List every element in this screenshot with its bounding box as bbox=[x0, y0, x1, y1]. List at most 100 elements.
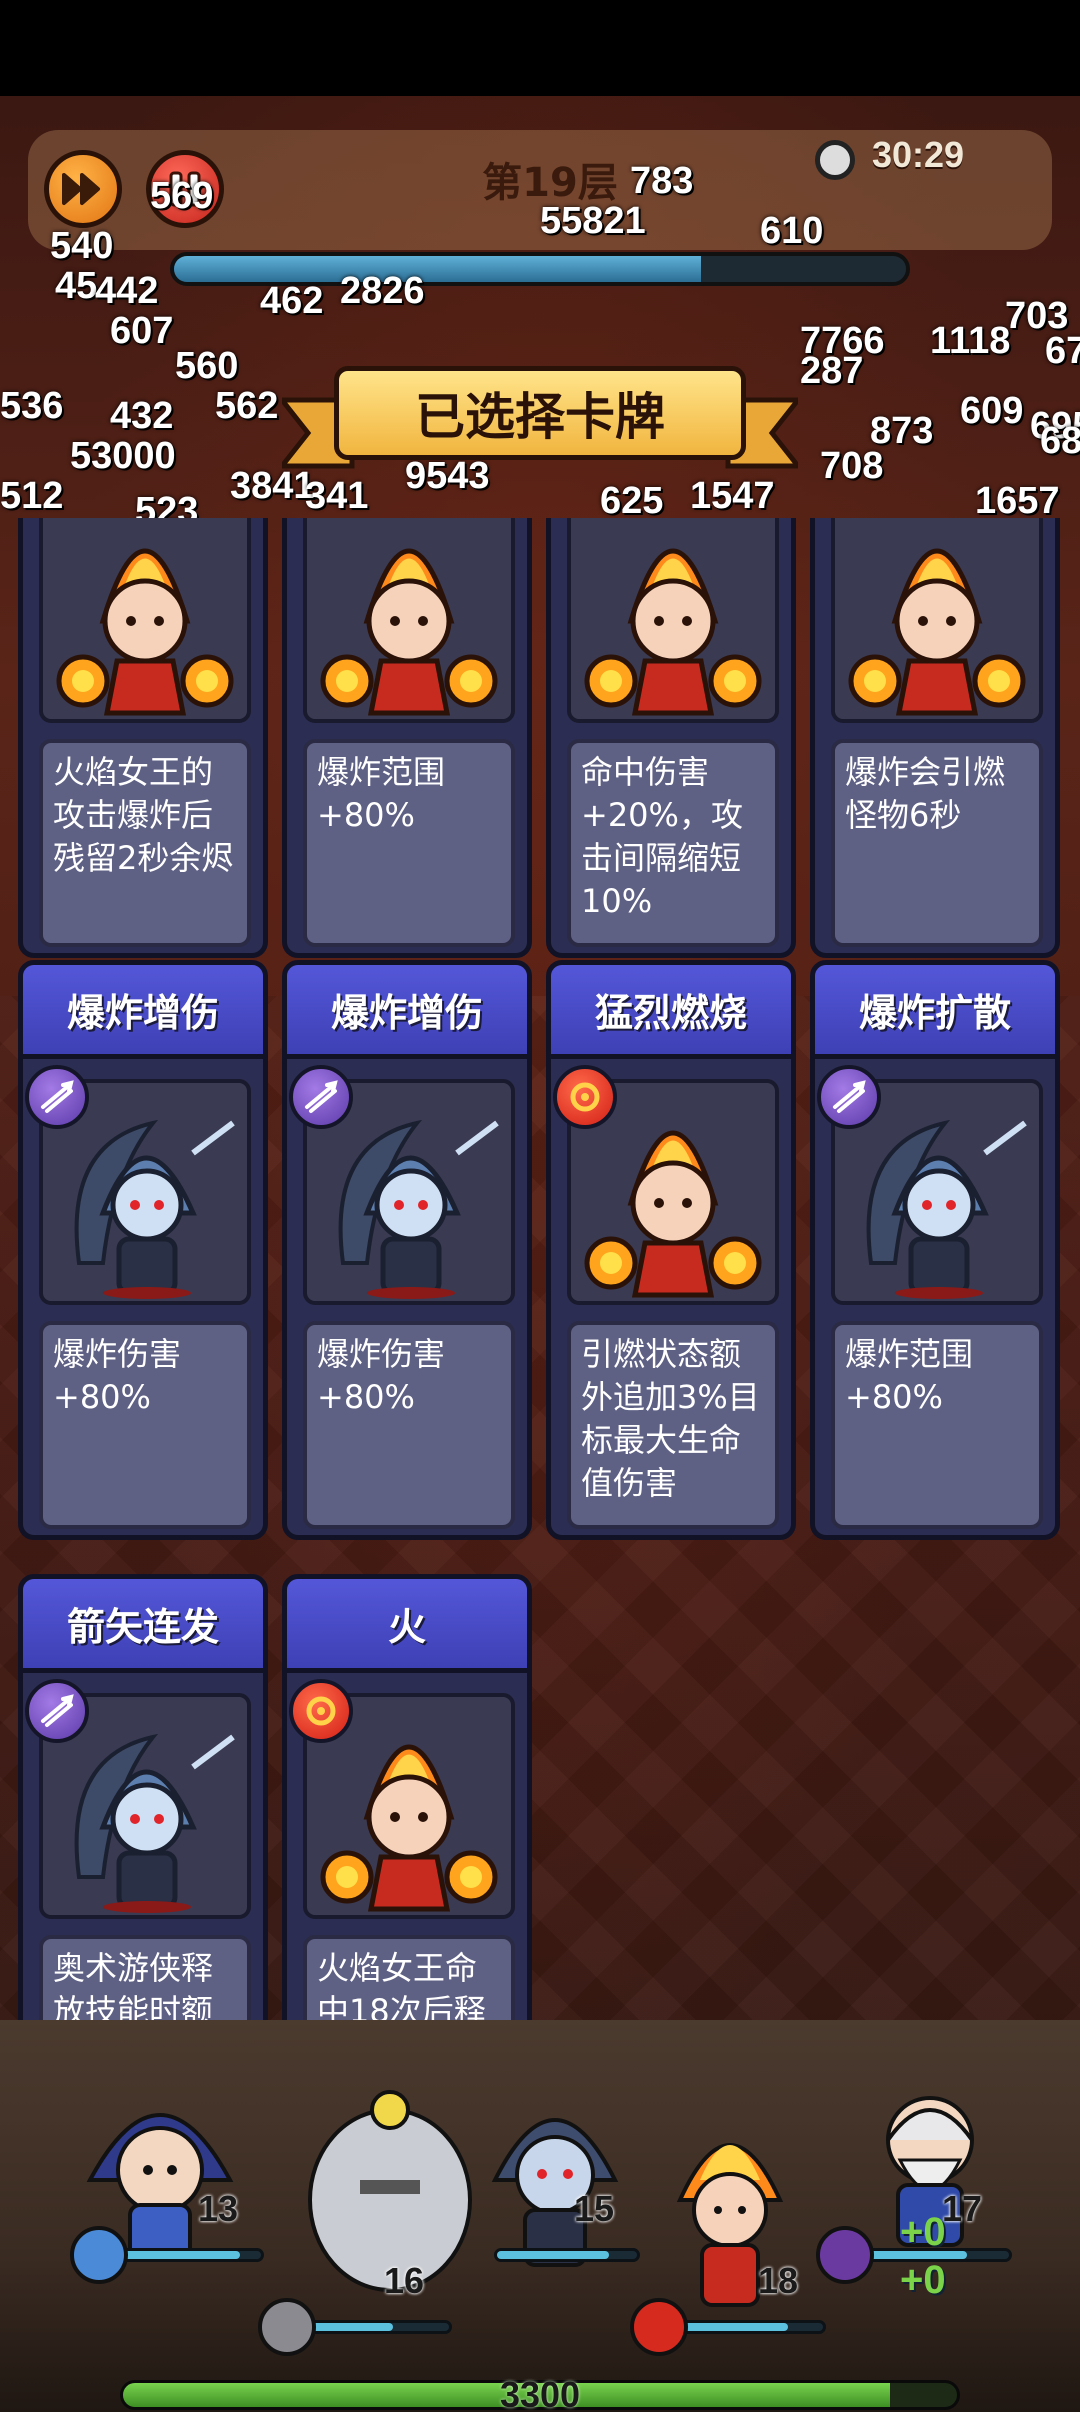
hero-level-ice-mage: 13 bbox=[198, 2188, 239, 2229]
hero-level-old-sage: 17 bbox=[942, 2188, 983, 2229]
damage-number: 1657 bbox=[975, 480, 1060, 522]
arrow-badge bbox=[289, 1065, 353, 1129]
stone-skill-icon[interactable] bbox=[258, 2298, 316, 2356]
damage-number: 562 bbox=[215, 385, 279, 427]
card-header: 爆炸增伤 bbox=[23, 965, 263, 1059]
damage-number: 688 bbox=[1040, 420, 1080, 462]
card-portrait bbox=[39, 518, 251, 723]
card-header: 爆炸增伤 bbox=[287, 965, 527, 1059]
damage-number: 442 bbox=[95, 270, 159, 312]
card-description: 命中伤害+20%，攻击间隔缩短10% bbox=[567, 739, 779, 947]
arrow-badge bbox=[25, 1679, 89, 1743]
damage-number: 609 bbox=[960, 390, 1024, 432]
hp-fill bbox=[121, 2251, 240, 2259]
card-title: 箭矢连发 bbox=[66, 1605, 219, 1649]
fire-queen-portrait-icon bbox=[56, 548, 234, 716]
hero-level-dark-knight: 15 bbox=[574, 2188, 615, 2229]
damage-number: 536 bbox=[0, 385, 64, 427]
damage-number: 55821 bbox=[540, 200, 646, 242]
hero-level-fire-queen: 18 bbox=[758, 2260, 799, 2301]
damage-number: 708 bbox=[820, 445, 884, 487]
arrow-skill-icon bbox=[833, 1080, 866, 1113]
fire-skill-icon bbox=[306, 1696, 336, 1726]
arrow-badge bbox=[25, 1065, 89, 1129]
damage-number: 53000 bbox=[70, 435, 176, 477]
selected-card[interactable]: 爆炸增伤 爆炸伤害+80% bbox=[18, 960, 268, 1540]
card-title: 爆炸增伤 bbox=[330, 991, 483, 1035]
selected-card[interactable]: 爆炸扩散爆炸范围+80% bbox=[810, 960, 1060, 1540]
fast-forward-icon bbox=[62, 173, 100, 205]
sage-skill-icon[interactable] bbox=[816, 2226, 874, 2284]
arrow-skill-icon bbox=[41, 1080, 74, 1113]
selected-card[interactable]: 猛烈燃烧引燃状态额外追加3%目标最大生命值伤害 bbox=[546, 960, 796, 1540]
hero-hp-bar-dark-knight bbox=[494, 2248, 640, 2262]
arrow-skill-icon bbox=[305, 1080, 338, 1113]
hero-lineup: 13 16 15 18 17 +0 +0 bbox=[0, 2020, 1080, 2412]
damage-number: 1118 bbox=[930, 320, 1011, 362]
fire-badge bbox=[553, 1065, 617, 1129]
damage-number: 560 bbox=[175, 345, 239, 387]
dark-knight-hero[interactable] bbox=[470, 2070, 640, 2270]
arrow-skill-icon bbox=[41, 1694, 74, 1727]
card-header: 爆炸扩散 bbox=[815, 965, 1055, 1059]
fire-skill-icon bbox=[570, 1082, 600, 1112]
clock-icon bbox=[815, 140, 855, 180]
card-description: 爆炸范围+80% bbox=[831, 1321, 1043, 1529]
damage-number: 287 bbox=[800, 350, 864, 392]
base-hp-value: 3300 bbox=[499, 2374, 581, 2412]
arrow-badge bbox=[817, 1065, 881, 1129]
selected-card[interactable]: 爆炸会引燃怪物6秒 bbox=[810, 518, 1060, 958]
damage-number: 569 bbox=[150, 175, 214, 217]
selected-card[interactable]: 命中伤害+20%，攻击间隔缩短10% bbox=[546, 518, 796, 958]
damage-number: 45 bbox=[55, 265, 98, 307]
card-description: 引燃状态额外追加3%目标最大生命值伤害 bbox=[567, 1321, 779, 1529]
hero-hp-bar-stone-golem bbox=[306, 2320, 452, 2334]
damage-number: 432 bbox=[110, 395, 174, 437]
hp-fill bbox=[497, 2251, 609, 2259]
selected-card[interactable]: 爆炸增伤爆炸伤害+80% bbox=[282, 960, 532, 1540]
damage-number: 512 bbox=[0, 475, 64, 517]
selected-cards-list[interactable]: 火焰女王的攻击爆炸后残留2秒余烬 爆炸范围+80% 命中伤害+20%，攻击间隔缩短1… bbox=[0, 518, 1080, 2038]
damage-number: 462 bbox=[260, 280, 324, 322]
card-portrait bbox=[303, 518, 515, 723]
damage-number: 2826 bbox=[340, 270, 425, 312]
fire-queen-portrait-icon bbox=[848, 548, 1026, 716]
hp-fill bbox=[309, 2323, 393, 2331]
card-title: 猛烈燃烧 bbox=[594, 991, 747, 1035]
hero-level-stone-golem: 16 bbox=[384, 2260, 425, 2301]
card-header: 箭矢连发 bbox=[23, 1579, 263, 1673]
card-description: 爆炸伤害+80% bbox=[303, 1321, 515, 1529]
damage-number: 607 bbox=[110, 310, 174, 352]
damage-number: 341 bbox=[305, 475, 369, 517]
card-title: 爆炸增伤 bbox=[66, 991, 219, 1035]
system-status-bar bbox=[0, 0, 1080, 96]
card-portrait bbox=[567, 518, 779, 723]
selected-card[interactable]: 火焰女王的攻击爆炸后残留2秒余烬 bbox=[18, 518, 268, 958]
card-header: 猛烈燃烧 bbox=[551, 965, 791, 1059]
card-title: 爆炸扩散 bbox=[858, 991, 1011, 1035]
card-description: 火焰女王的攻击爆炸后残留2秒余烬 bbox=[39, 739, 251, 947]
fire-skill-icon[interactable] bbox=[630, 2298, 688, 2356]
damage-number: 67 bbox=[1045, 330, 1080, 372]
damage-number: 540 bbox=[50, 225, 114, 267]
buff-gain-text: +0 bbox=[900, 2210, 946, 2254]
fire-badge bbox=[289, 1679, 353, 1743]
card-description: 爆炸范围+80% bbox=[303, 739, 515, 947]
fast-forward-button[interactable] bbox=[44, 150, 122, 228]
card-portrait bbox=[831, 518, 1043, 723]
fire-queen-portrait-icon bbox=[320, 548, 498, 716]
selected-card[interactable]: 火火焰女王命中18次后释放一波前排 bbox=[282, 1574, 532, 2038]
hero-hp-bar-fire-queen bbox=[680, 2320, 826, 2334]
banner-title: 已选择卡牌 bbox=[415, 388, 665, 446]
damage-number: 625 bbox=[600, 480, 664, 522]
selected-card[interactable]: 箭矢连发奥术游侠释放技能时额外射出一轮 bbox=[18, 1574, 268, 2038]
card-description: 爆炸会引燃怪物6秒 bbox=[831, 739, 1043, 947]
damage-number: 610 bbox=[760, 210, 824, 252]
selected-cards-banner: 已选择卡牌 bbox=[334, 366, 746, 460]
selected-card[interactable]: 爆炸范围+80% bbox=[282, 518, 532, 958]
card-header: 火 bbox=[287, 1579, 527, 1673]
fire-queen-portrait-icon bbox=[584, 548, 762, 716]
card-title: 火 bbox=[387, 1605, 426, 1649]
buff-gain-text: +0 bbox=[900, 2258, 946, 2302]
ice-skill-icon[interactable] bbox=[70, 2226, 128, 2284]
